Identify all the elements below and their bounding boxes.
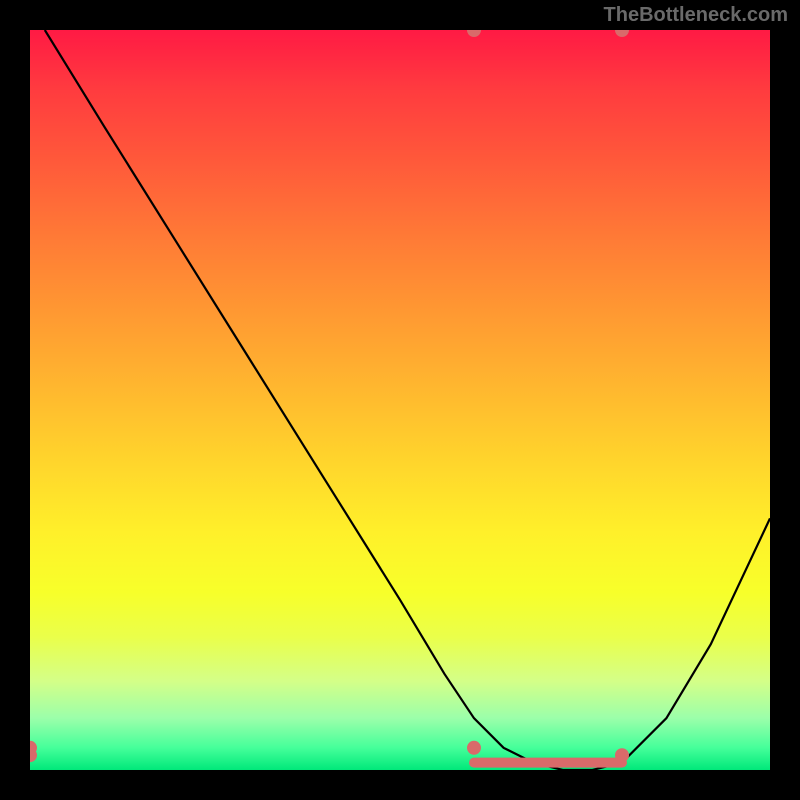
- marker-dot-right: [615, 748, 629, 762]
- marker-dot-left: [467, 741, 481, 755]
- bottleneck-curve-path: [45, 30, 770, 770]
- marker-left: [467, 30, 481, 37]
- marker-right: [615, 30, 629, 37]
- chart-plot-area: [30, 30, 770, 770]
- bottleneck-curve-svg: [30, 30, 770, 770]
- watermark-text: TheBottleneck.com: [604, 4, 788, 27]
